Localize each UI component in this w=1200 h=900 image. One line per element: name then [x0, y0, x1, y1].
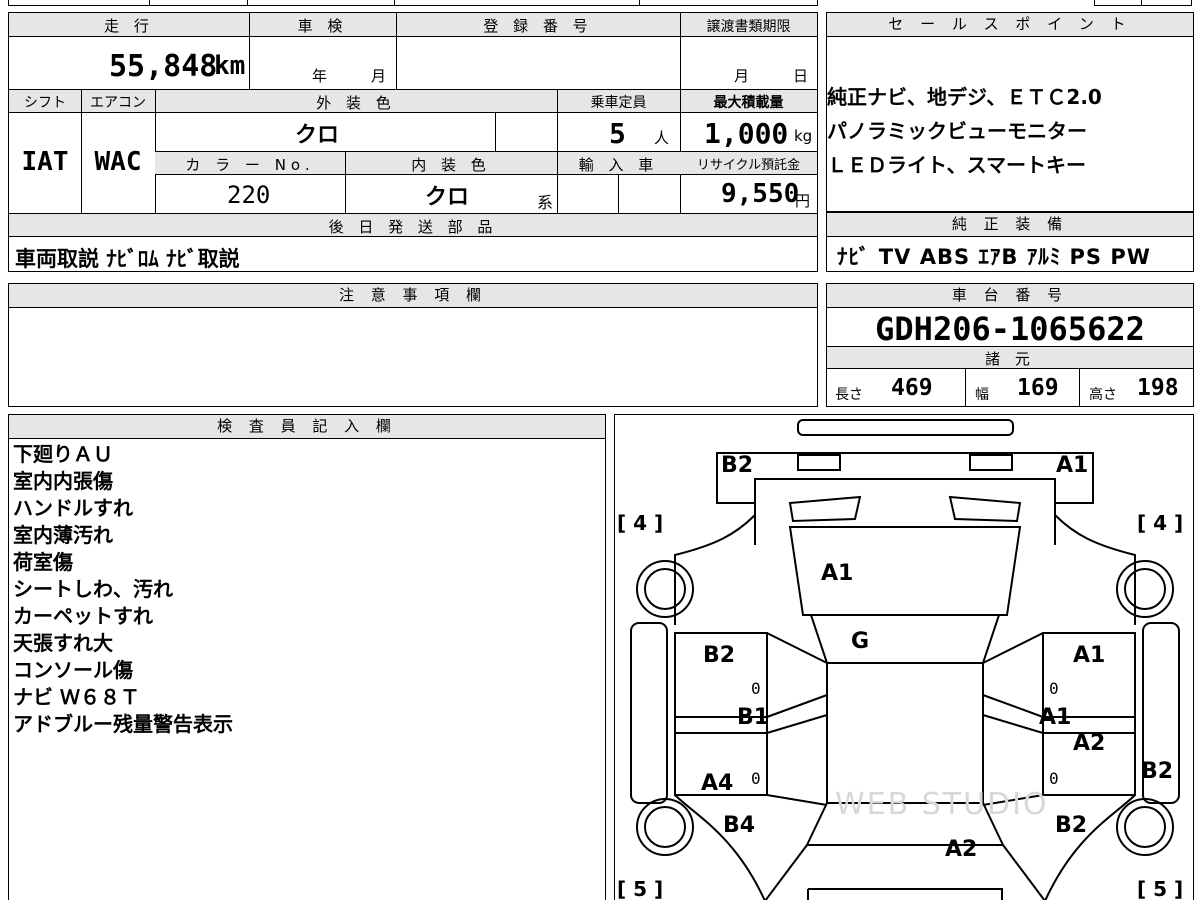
mark-left-upper: B2	[703, 643, 736, 668]
aircon-value: WAC	[94, 147, 142, 177]
inspection-label: 車 検	[297, 17, 348, 35]
mileage-value: 55,848	[109, 49, 218, 84]
notes-box: 注 意 事 項 欄	[8, 283, 818, 407]
recycle-unit: 円	[795, 192, 811, 210]
length-label: 長さ	[835, 387, 863, 403]
mark-right-step: B2	[1141, 759, 1174, 784]
import-label: 輸 入 車	[578, 156, 659, 174]
inspector-line: 室内内張傷	[13, 469, 113, 493]
inspection-month: 月	[371, 67, 387, 85]
spec-label: 諸 元	[985, 350, 1035, 368]
height-label: 高さ	[1089, 387, 1117, 403]
mark-rear-right: A1	[1056, 453, 1089, 478]
mileage-label: 走 行	[104, 17, 154, 35]
inspector-line: シートしわ、汚れ	[13, 577, 173, 601]
sales-line-1: 純正ナビ、地デジ、ＥＴＣ2.0	[827, 85, 1102, 109]
mark-rear-left: B2	[721, 453, 754, 478]
mark-right-upper: A1	[1073, 643, 1106, 668]
vehicle-info-table: 走 行 車 検 登 録 番 号 譲渡書類期限 55,848 km 年 月 月 日…	[8, 12, 818, 272]
tire-front-left: [ 5 ]	[617, 877, 664, 900]
recycle-label: リサイクル預託金	[696, 158, 801, 173]
notes-label: 注 意 事 項 欄	[9, 284, 817, 308]
mark-right-mid: A1	[1039, 705, 1072, 730]
interior-value: クロ	[425, 185, 470, 210]
width-value: 169	[1017, 375, 1059, 401]
exterior-label: 外 装 色	[316, 94, 396, 112]
zero-mark: 0	[751, 679, 761, 698]
inspection-year: 年	[312, 67, 328, 85]
inspector-line: ナビ Ｗ６８Ｔ	[13, 685, 140, 709]
mark-hood: A2	[945, 837, 978, 862]
zero-mark: 0	[1049, 769, 1059, 788]
inspector-line: カーペットすれ	[13, 604, 153, 628]
load-unit: kg	[794, 127, 813, 145]
chassis-number: GDH206-1065622	[875, 310, 1145, 348]
interior-label: 内 装 色	[411, 156, 491, 174]
aircon-label: エアコン	[90, 95, 146, 111]
zero-mark: 0	[751, 769, 761, 788]
color-no-value: 220	[227, 181, 271, 209]
tire-front-right: [ 5 ]	[1137, 877, 1184, 900]
chassis-box: 車 台 番 号 GDH206-1065622 諸 元 長さ 469 幅 169 …	[826, 283, 1194, 407]
capacity-value: 5	[609, 117, 626, 150]
sales-point-box: セ ー ル ス ポ イ ン ト 純正ナビ、地デジ、ＥＴＣ2.0 パノラミックビュ…	[826, 12, 1194, 212]
height-value: 198	[1137, 375, 1179, 401]
mark-right-front: B2	[1055, 813, 1088, 838]
shift-value: IAT	[21, 147, 69, 177]
sales-line-3: ＬＥＤライト、スマートキー	[827, 153, 1086, 177]
chassis-label: 車 台 番 号	[827, 284, 1193, 308]
load-value: 1,000	[704, 117, 789, 150]
inspector-line: コンソール傷	[13, 658, 133, 682]
watermark: WEB STUDIO	[835, 787, 1049, 822]
mark-rear-glass: A1	[821, 561, 854, 586]
equipment-value: ﾅﾋﾞ TV ABS ｴｱB ｱﾙﾐ PS PW	[837, 245, 1151, 269]
capacity-unit: 人	[654, 129, 670, 147]
capacity-label: 乗車定員	[590, 95, 647, 111]
length-value: 469	[891, 375, 933, 401]
inspector-line: アドブルー残量警告表示	[13, 712, 233, 736]
recycle-value: 9,550	[721, 179, 800, 209]
mark-left-mid: B1	[737, 705, 770, 730]
inspector-line: 下廻りＡＵ	[13, 442, 113, 466]
later-parts-label: 後 日 発 送 部 品	[328, 218, 498, 236]
transfer-day: 日	[793, 67, 809, 85]
equipment-box: 純 正 装 備 ﾅﾋﾞ TV ABS ｴｱB ｱﾙﾐ PS PW	[826, 212, 1194, 272]
mark-roof: G	[851, 629, 870, 654]
inspector-line: ハンドルすれ	[13, 496, 133, 520]
later-parts-value: 車両取説 ﾅﾋﾞﾛﾑ ﾅﾋﾞ取説	[15, 247, 240, 271]
inspector-label: 検 査 員 記 入 欄	[9, 415, 605, 439]
interior-suffix: 系	[537, 193, 554, 212]
equipment-label: 純 正 装 備	[827, 213, 1193, 237]
sales-point-label: セ ー ル ス ポ イ ン ト	[827, 13, 1193, 37]
inspector-line: 室内薄汚れ	[13, 523, 113, 547]
inspector-box: 検 査 員 記 入 欄 下廻りＡＵ 室内内張傷 ハンドルすれ 室内薄汚れ 荷室傷…	[8, 414, 606, 900]
registration-label: 登 録 番 号	[483, 17, 593, 35]
top-right-edge-strip	[1094, 0, 1192, 6]
inspector-line: 天張すれ大	[13, 631, 113, 655]
sales-line-2: パノラミックビューモニター	[827, 119, 1087, 143]
shift-label: シフト	[24, 95, 66, 111]
load-label: 最大積載量	[713, 95, 784, 111]
car-outline	[630, 419, 1180, 900]
color-no-label: カ ラ ー No.	[185, 156, 315, 174]
car-diagram: B2 A1 [ 4 ] [ 4 ] A1 G B2 A1 0 0 B1 A1 A…	[614, 414, 1194, 900]
transfer-month: 月	[734, 67, 750, 85]
zero-mark: 0	[1049, 679, 1059, 698]
tire-rear-right: [ 4 ]	[1137, 511, 1184, 535]
mark-right-mid2: A2	[1073, 731, 1106, 756]
mark-left-lower: A4	[701, 771, 734, 796]
width-label: 幅	[975, 387, 989, 403]
mark-left-front: B4	[723, 813, 756, 838]
mileage-unit: km	[214, 51, 246, 81]
transfer-label: 譲渡書類期限	[706, 19, 791, 35]
inspector-line: 荷室傷	[13, 550, 73, 574]
top-edge-strip	[8, 0, 818, 6]
tire-rear-left: [ 4 ]	[617, 511, 664, 535]
exterior-value: クロ	[295, 123, 340, 148]
